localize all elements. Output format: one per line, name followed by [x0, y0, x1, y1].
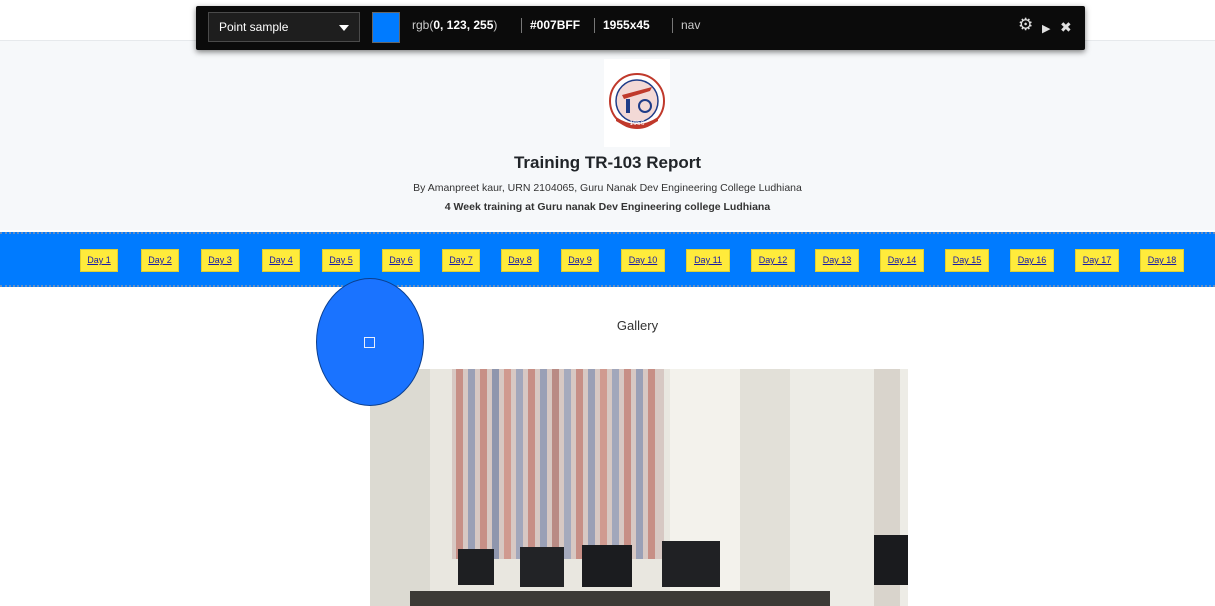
nav-day-1[interactable]: Day 1 [80, 249, 118, 272]
nav-day-2[interactable]: Day 2 [141, 249, 179, 272]
divider [672, 18, 673, 33]
nav-day-9[interactable]: Day 9 [561, 249, 599, 272]
college-logo: 1956 [604, 59, 670, 147]
gallery-photo-computer-lab [370, 369, 908, 606]
nav-day-15[interactable]: Day 15 [945, 249, 989, 272]
divider [521, 18, 522, 33]
nav-day-18[interactable]: Day 18 [1140, 249, 1184, 272]
nav-day-10[interactable]: Day 10 [621, 249, 665, 272]
sample-mode-select[interactable]: Point sample [208, 12, 360, 42]
rgb-value[interactable]: rgb(0, 123, 255) [412, 18, 497, 32]
gear-icon[interactable]: ⚙ [1018, 16, 1033, 33]
magnifier-crosshair [364, 337, 375, 348]
play-icon[interactable]: ▶ [1042, 21, 1050, 37]
color-swatch[interactable] [372, 12, 400, 43]
nav-day-8[interactable]: Day 8 [501, 249, 539, 272]
color-picker-toolbar: Point sample rgb(0, 123, 255) #007BFF 19… [196, 6, 1085, 50]
nav-day-4[interactable]: Day 4 [262, 249, 300, 272]
svg-text:1956: 1956 [629, 120, 644, 127]
nav-day-11[interactable]: Day 11 [686, 249, 730, 272]
nav-day-16[interactable]: Day 16 [1010, 249, 1054, 272]
nav-day-13[interactable]: Day 13 [815, 249, 859, 272]
element-tag: nav [681, 18, 701, 32]
divider [594, 18, 595, 33]
site-header: 1956 Training TR-103 Report By Amanpreet… [0, 40, 1215, 230]
day-navigation: Day 1 Day 2 Day 3 Day 4 Day 5 Day 6 Day … [0, 232, 1215, 287]
page-title: Training TR-103 Report [513, 153, 702, 172]
nav-day-3[interactable]: Day 3 [201, 249, 239, 272]
nav-day-12[interactable]: Day 12 [751, 249, 795, 272]
training-subtitle: 4 Week training at Guru nanak Dev Engine… [444, 201, 771, 213]
close-icon[interactable]: ✖ [1060, 19, 1072, 35]
element-size: 1955x45 [603, 18, 650, 32]
gallery-heading: Gallery [616, 318, 659, 333]
nav-day-6[interactable]: Day 6 [382, 249, 420, 272]
nav-day-17[interactable]: Day 17 [1075, 249, 1119, 272]
chevron-down-icon [339, 25, 349, 31]
nav-day-7[interactable]: Day 7 [442, 249, 480, 272]
sample-mode-value: Point sample [219, 20, 289, 34]
nav-day-5[interactable]: Day 5 [322, 249, 360, 272]
nav-day-14[interactable]: Day 14 [880, 249, 924, 272]
author-byline: By Amanpreet kaur, URN 2104065, Guru Nan… [413, 182, 802, 194]
hex-value[interactable]: #007BFF [530, 18, 580, 32]
